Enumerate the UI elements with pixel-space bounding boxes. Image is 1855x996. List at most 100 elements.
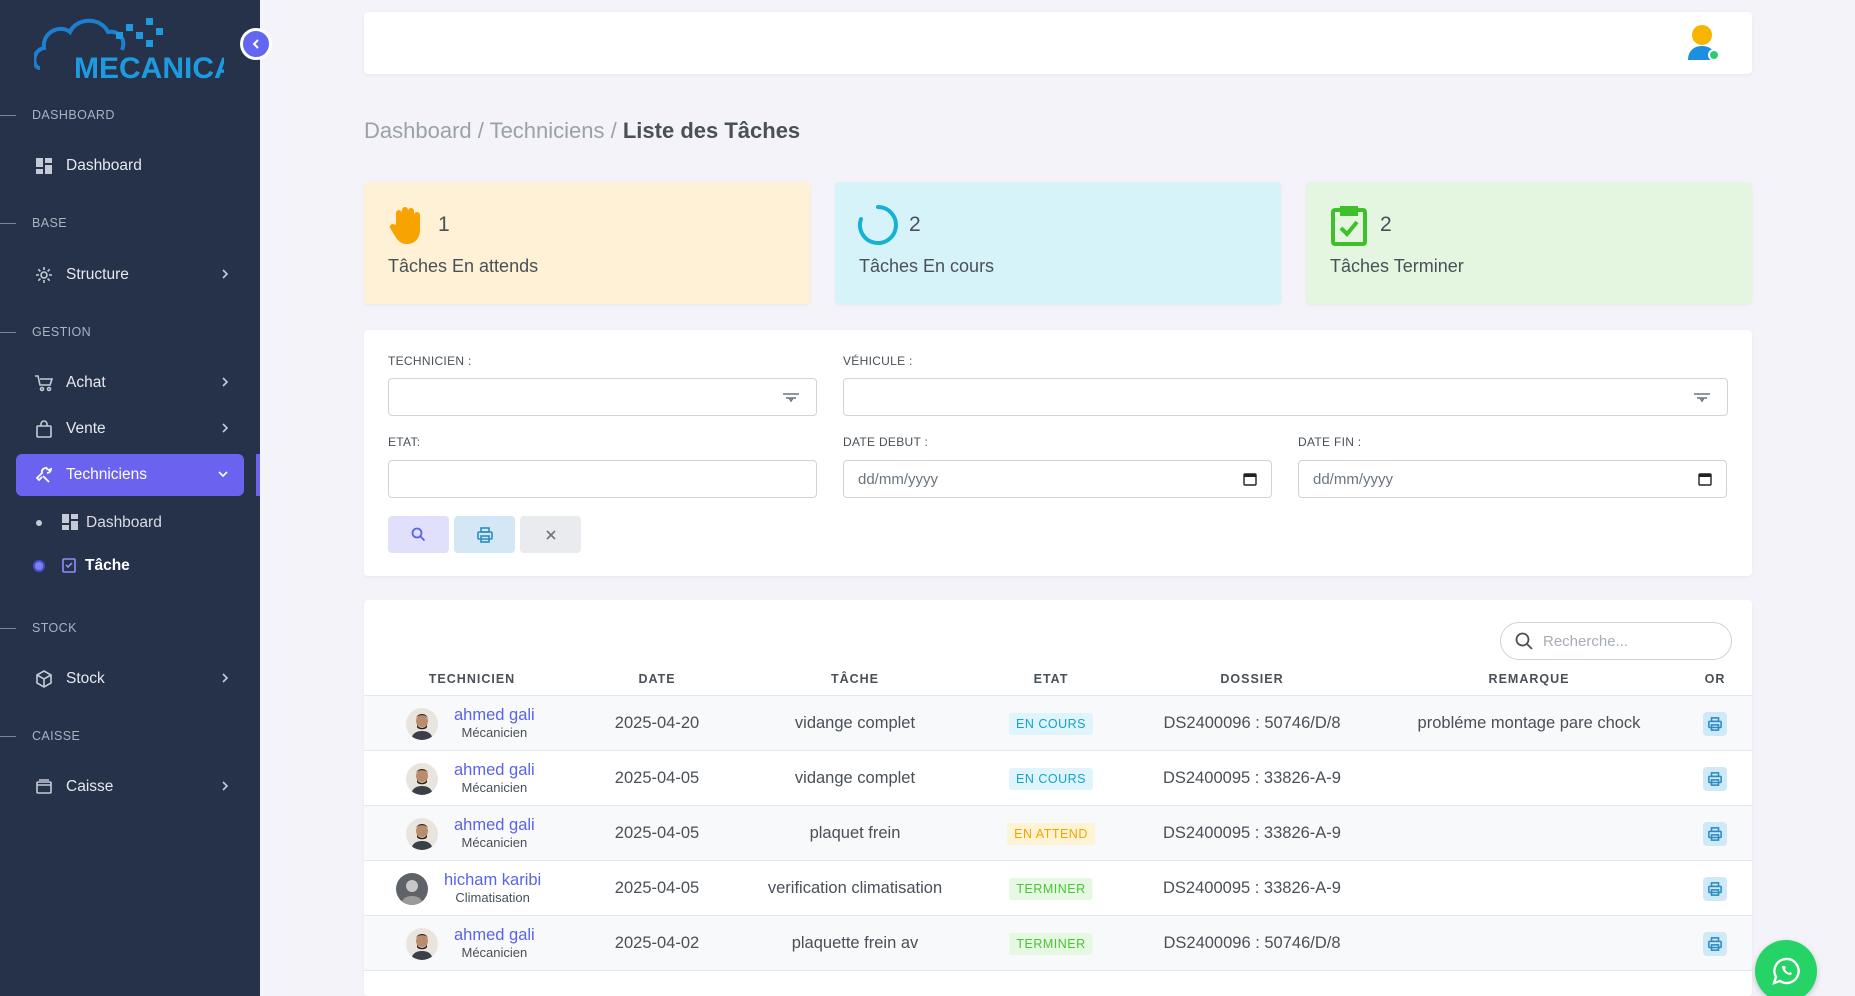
close-icon [545,529,556,540]
col-header-dossier[interactable]: DOSSIER [1220,672,1283,686]
clipboard-check-icon [1328,204,1370,246]
calendar-icon[interactable] [1698,472,1712,490]
reset-button[interactable] [520,516,581,553]
sidebar-item-caisse[interactable]: Caisse [16,766,244,808]
status-badge: EN COURS [1009,712,1093,735]
sidebar-item-dashboard[interactable]: Dashboard [16,145,244,187]
technician-cell: ahmed gali Mécanicien [406,916,535,971]
date-cell: 2025-04-05 [614,824,700,842]
breadcrumb-path[interactable]: Dashboard / Techniciens / [364,118,623,143]
search-input[interactable] [1543,632,1713,650]
technician-name[interactable]: ahmed gali [454,761,535,779]
vehicule-select[interactable] [843,378,1728,416]
printer-icon [1708,936,1722,951]
printer-icon [1708,716,1722,731]
print-or-button[interactable] [1703,711,1727,736]
chevron-right-icon [220,267,230,286]
table-search[interactable] [1500,622,1732,660]
col-header-technicien[interactable]: TECHNICIEN [429,672,515,686]
hand-icon [386,204,428,246]
status-cell: EN ATTEND [1007,806,1095,861]
table-row[interactable]: ahmed gali Mécanicien 2025-04-02 plaquett… [364,916,1752,971]
print-button[interactable] [454,516,515,553]
print-or-button[interactable] [1703,766,1727,791]
sidebar-item-achat[interactable]: Achat [16,362,244,404]
section-title-dashboard: DASHBOARD [0,108,115,122]
filter-caret-icon [782,391,800,410]
technician-role: Mécanicien [461,780,528,796]
technician-name[interactable]: hicham karibi [444,871,541,889]
chevron-right-icon [220,671,230,690]
or-cell [1703,806,1727,861]
sidebar-collapse-button[interactable] [240,28,272,60]
subitem-label: Tâche [85,557,130,574]
svg-text:MECANICA: MECANICA [74,52,224,82]
wrench-icon [34,465,54,485]
table-row[interactable]: hicham karibi Climatisation 2025-04-05 ve… [364,861,1752,916]
col-header-tache[interactable]: TÂCHE [831,672,879,686]
or-cell [1703,916,1727,971]
task-cell: plaquette frein av [791,934,919,952]
sidebar-item-label: Structure [66,266,129,283]
calendar-icon[interactable] [1243,472,1257,490]
sidebar-item-stock[interactable]: Stock [16,658,244,700]
whatsapp-button[interactable] [1755,940,1817,996]
subitem-tache[interactable]: Tâche [33,551,130,581]
stat-label: Tâches En attends [388,256,539,276]
stat-card-en-attends: 1 Tâches En attends [364,182,810,304]
sidebar-item-techniciens[interactable]: Techniciens [16,454,244,496]
chevron-right-icon [220,421,230,440]
sidebar-item-vente[interactable]: Vente [16,408,244,450]
print-or-button[interactable] [1703,876,1727,901]
print-or-button[interactable] [1703,931,1727,956]
technicien-label: TECHNICIEN : [388,354,472,368]
dossier-cell: DS2400095 : 33826-A-9 [1163,879,1341,897]
sidebar-item-structure[interactable]: Structure [16,254,244,296]
subitem-dashboard[interactable]: Dashboard [36,508,162,538]
technician-role: Mécanicien [461,725,528,741]
filter-caret-icon [1693,391,1711,410]
col-header-or[interactable]: OR [1705,672,1726,686]
printer-icon [1708,771,1722,786]
stat-label: Tâches Terminer [1330,256,1464,276]
date-debut-input[interactable]: dd/mm/yyyy [843,460,1272,498]
breadcrumb: Dashboard / Techniciens / Liste des Tâch… [364,118,800,144]
spinner-icon [857,204,899,246]
stat-card-en-cours: 2 Tâches En cours [835,182,1281,304]
col-header-date[interactable]: DATE [638,672,675,686]
avatar [406,817,438,850]
technician-name[interactable]: ahmed gali [454,706,535,724]
stat-count: 2 [909,213,921,236]
print-or-button[interactable] [1703,821,1727,846]
logo[interactable]: MECANICA [32,10,236,85]
box-icon [34,669,54,689]
col-header-etat[interactable]: ETAT [1034,672,1069,686]
table-row[interactable]: ahmed gali Mécanicien 2025-04-05 vidange … [364,751,1752,806]
sidebar-item-label: Caisse [66,778,114,795]
technician-name[interactable]: ahmed gali [454,816,535,834]
technicien-select[interactable] [388,378,817,416]
chevron-down-icon [216,467,230,486]
bag-icon [34,419,54,439]
col-header-remarque[interactable]: REMARQUE [1489,672,1570,686]
table-row[interactable]: ahmed gali Mécanicien 2025-04-05 plaquet … [364,806,1752,861]
avatar [406,927,438,960]
etat-select[interactable] [388,460,817,498]
active-indicator [256,454,260,496]
etat-label: ETAT: [388,435,421,449]
search-button[interactable] [388,516,449,553]
sidebar-item-label: Vente [66,420,106,437]
section-title-base: BASE [0,216,67,230]
grid-icon [62,514,80,532]
avatar [406,707,438,740]
status-badge: EN COURS [1009,767,1093,790]
technician-name[interactable]: ahmed gali [454,926,535,944]
date-fin-input[interactable]: dd/mm/yyyy [1298,460,1727,498]
or-cell [1703,696,1727,751]
user-avatar-icon[interactable] [1686,24,1722,62]
status-cell: TERMINER [1009,916,1093,971]
chevron-right-icon [220,375,230,394]
date-fin-placeholder: dd/mm/yyyy [1313,470,1394,488]
table-row[interactable]: ahmed gali Mécanicien 2025-04-20 vidange … [364,696,1752,751]
status-badge: EN ATTEND [1007,822,1095,845]
